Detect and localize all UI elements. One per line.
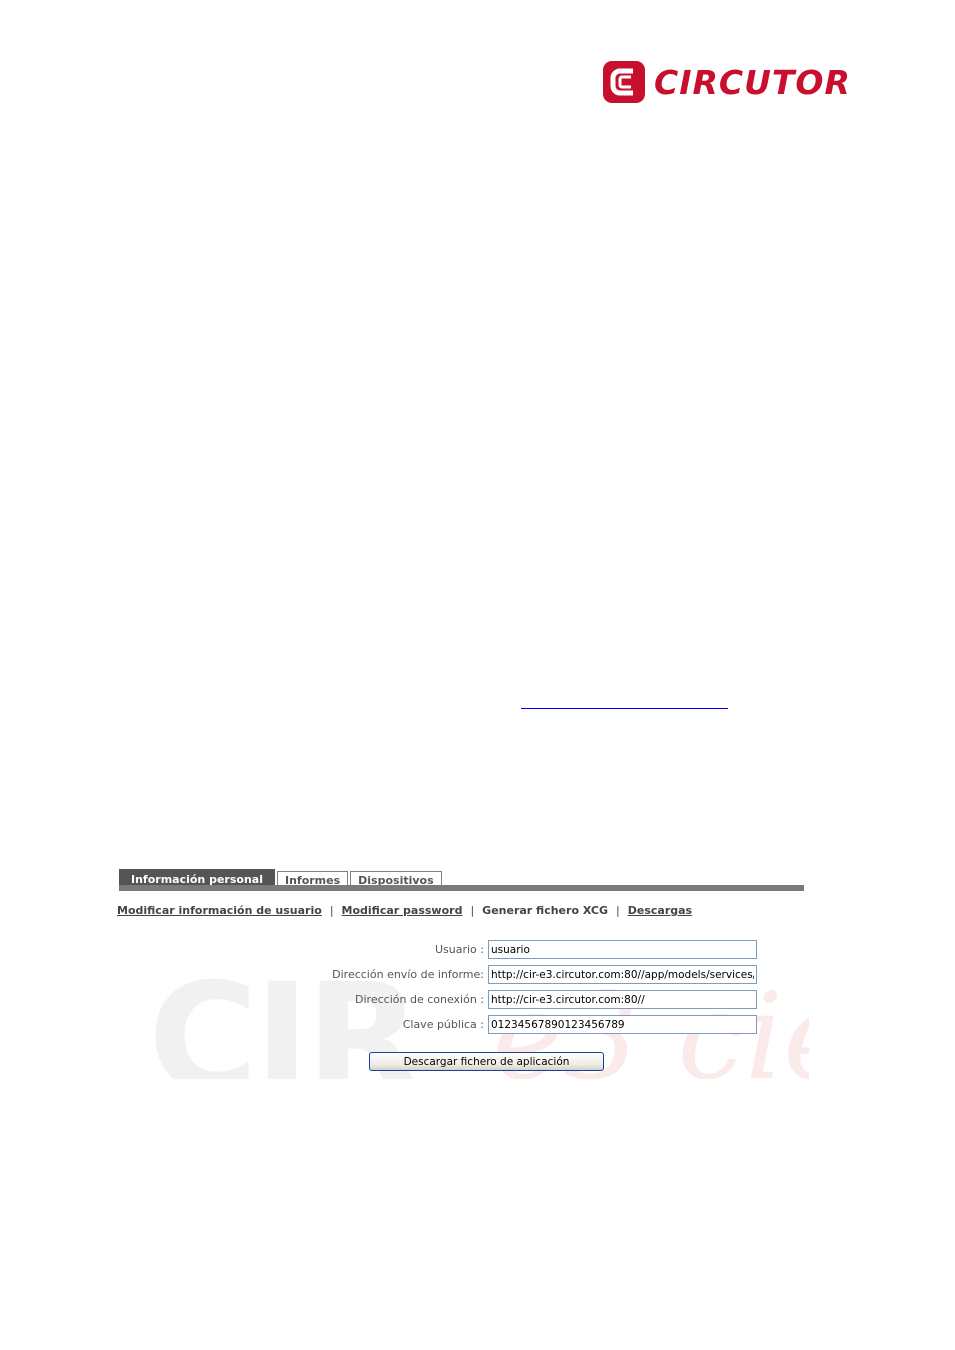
generate-xcg-current: Generar fichero XCG	[482, 904, 609, 917]
app-screenshot: CIR e3 ciel Información personal Informe…	[112, 866, 809, 1079]
subnav-separator: |	[616, 904, 620, 917]
xcg-form: Usuario : Dirección envío de informe: Di…	[112, 939, 809, 1039]
downloads-link[interactable]: Descargas	[628, 904, 692, 917]
connection-address-input[interactable]	[488, 990, 757, 1009]
modify-password-link[interactable]: Modificar password	[342, 904, 463, 917]
public-key-input[interactable]	[488, 1015, 757, 1034]
usuario-input[interactable]	[488, 940, 757, 959]
document-link[interactable]	[521, 694, 728, 709]
form-row-connection-address: Dirección de conexión :	[112, 989, 809, 1014]
form-row-usuario: Usuario :	[112, 939, 809, 964]
report-address-input[interactable]	[488, 965, 757, 984]
subnav-separator: |	[329, 904, 334, 917]
subnav: Modificar información de usuario | Modif…	[117, 904, 692, 917]
report-address-label: Dirección envío de informe:	[332, 968, 484, 981]
circutor-logo-icon	[603, 61, 645, 103]
form-row-public-key: Clave pública :	[112, 1014, 809, 1039]
brand-name: CIRCUTOR	[654, 62, 851, 102]
tab-bar-divider	[119, 885, 804, 891]
download-app-file-button[interactable]: Descargar fichero de aplicación	[369, 1052, 604, 1071]
connection-address-label: Dirección de conexión :	[355, 993, 484, 1006]
form-row-report-address: Dirección envío de informe:	[112, 964, 809, 989]
usuario-label: Usuario :	[434, 943, 484, 956]
circutor-logo: CIRCUTOR	[600, 58, 855, 106]
public-key-label: Clave pública :	[402, 1018, 484, 1031]
modify-user-info-link[interactable]: Modificar información de usuario	[117, 904, 322, 917]
subnav-separator: |	[470, 904, 475, 917]
